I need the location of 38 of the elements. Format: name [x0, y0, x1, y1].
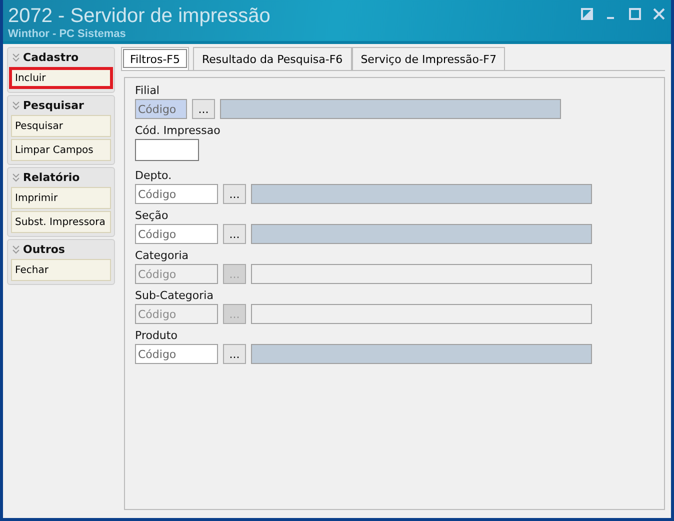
- group-title: Relatório: [23, 170, 80, 184]
- group-title: Outros: [23, 242, 65, 256]
- chevron-icon: [12, 100, 20, 110]
- tab[interactable]: Resultado da Pesquisa-F6: [193, 47, 352, 70]
- sidebar-button[interactable]: Imprimir: [11, 187, 111, 209]
- group-title: Pesquisar: [23, 98, 84, 112]
- maximize-icon[interactable]: [629, 8, 641, 20]
- tab[interactable]: Filtros-F5: [121, 47, 189, 70]
- lookup-button[interactable]: ...: [223, 224, 246, 244]
- chevron-icon: [12, 172, 20, 182]
- lookup-button[interactable]: ...: [223, 184, 246, 204]
- window-subtitle: Winthor - PC Sistemas: [8, 28, 127, 40]
- input-field[interactable]: [135, 139, 199, 161]
- restore-icon[interactable]: [581, 8, 593, 20]
- field-label: Seção: [135, 208, 170, 224]
- chevron-icon: [12, 244, 20, 254]
- sidebar-button[interactable]: Limpar Campos: [11, 139, 111, 161]
- code-field[interactable]: Código: [135, 184, 218, 204]
- sidebar-button[interactable]: Subst. Impressora: [11, 211, 111, 233]
- lookup-button[interactable]: ...: [223, 344, 246, 364]
- field-label: Depto.: [135, 168, 173, 184]
- field-label: Filial: [135, 83, 160, 99]
- sidebar-button[interactable]: Pesquisar: [11, 115, 111, 137]
- group-title: Cadastro: [23, 50, 79, 64]
- window-title: 2072 - Servidor de impressão: [8, 4, 270, 28]
- sidebar-button[interactable]: Fechar: [11, 259, 111, 281]
- tab[interactable]: Serviço de Impressão-F7: [352, 47, 506, 70]
- field-label: Categoria: [135, 248, 190, 264]
- sidebar-button[interactable]: Incluir: [9, 67, 113, 89]
- chevron-icon: [12, 52, 20, 62]
- field-label: Cód. Impressao: [135, 123, 222, 139]
- code-field[interactable]: Código: [135, 224, 218, 244]
- close-icon[interactable]: [653, 8, 665, 20]
- field-label: Produto: [135, 328, 178, 344]
- field-label: Sub-Categoria: [135, 288, 214, 304]
- code-field[interactable]: Código: [135, 344, 218, 364]
- code-field[interactable]: Código: [135, 99, 187, 119]
- lookup-button[interactable]: ...: [192, 99, 215, 119]
